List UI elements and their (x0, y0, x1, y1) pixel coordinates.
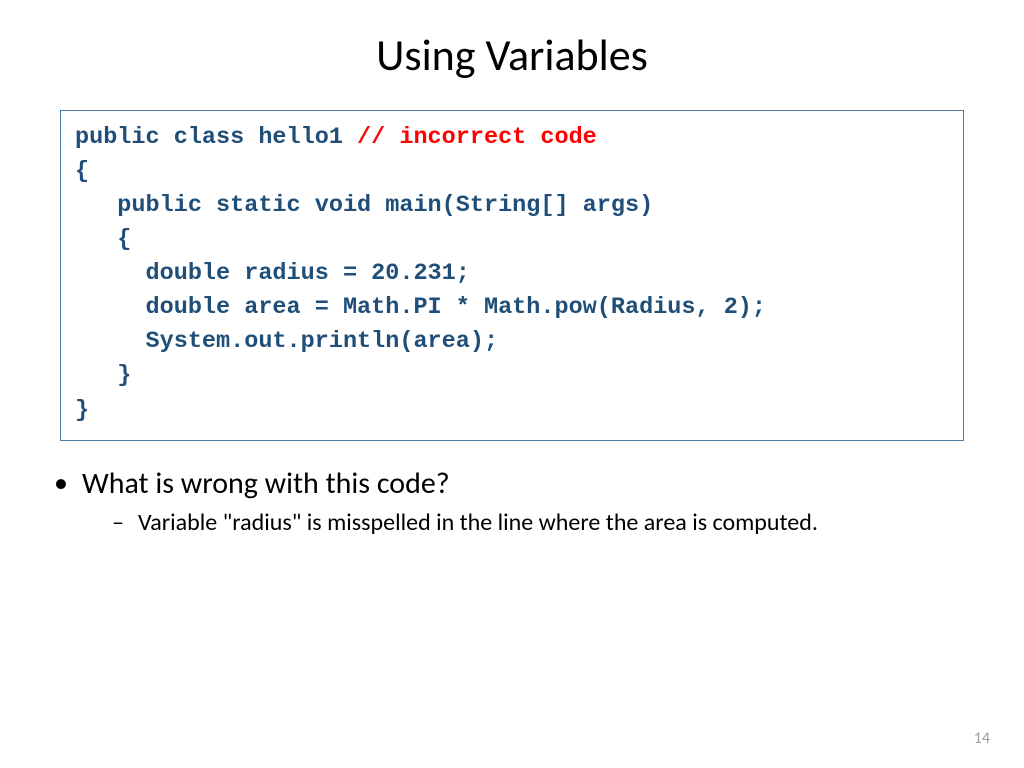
code-line-1a: public class hello1 (75, 124, 357, 151)
answer-text: Variable "radius" is misspelled in the l… (138, 508, 818, 537)
page-number: 14 (974, 729, 990, 748)
code-line-4: { (75, 226, 131, 253)
bullet-item-question: What is wrong with this code? Variable "… (62, 465, 984, 537)
bullet-item-answer: Variable "radius" is misspelled in the l… (118, 508, 984, 537)
code-line-7: System.out.println(area); (75, 328, 498, 355)
code-block: public class hello1 // incorrect code { … (60, 110, 964, 441)
bullet-list-l1: What is wrong with this code? Variable "… (40, 465, 984, 537)
code-line-2: { (75, 158, 89, 185)
body-content: What is wrong with this code? Variable "… (40, 465, 984, 537)
slide-title: Using Variables (0, 0, 1024, 110)
code-line-3: public static void main(String[] args) (75, 192, 653, 219)
code-line-8: } (75, 362, 131, 389)
code-line-6: double area = Math.PI * Math.pow(Radius,… (75, 294, 766, 321)
question-text: What is wrong with this code? (82, 465, 450, 502)
code-line-5: double radius = 20.231; (75, 260, 470, 287)
code-line-9: } (75, 397, 89, 424)
code-comment: // incorrect code (357, 124, 597, 151)
bullet-list-l2: Variable "radius" is misspelled in the l… (82, 508, 984, 537)
